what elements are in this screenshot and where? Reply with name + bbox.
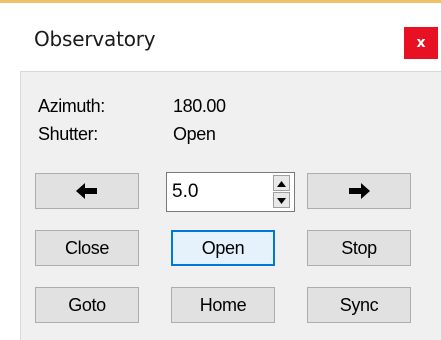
spin-up-icon bbox=[277, 174, 286, 192]
shutter-value: Open bbox=[173, 124, 216, 144]
spin-buttons bbox=[273, 175, 290, 209]
close-icon: x bbox=[416, 35, 426, 51]
spin-down-button[interactable] bbox=[273, 192, 290, 208]
open-shutter-button[interactable]: Open bbox=[171, 230, 275, 266]
title-bar[interactable]: Observatory x bbox=[0, 3, 441, 63]
arrow-left-icon bbox=[76, 183, 98, 199]
azimuth-label: Azimuth: bbox=[38, 96, 105, 116]
close-window-button[interactable]: x bbox=[404, 27, 438, 59]
home-button[interactable]: Home bbox=[171, 287, 275, 323]
rotate-right-button[interactable] bbox=[307, 173, 411, 209]
goto-button[interactable]: Goto bbox=[35, 287, 139, 323]
azimuth-value: 180.00 bbox=[173, 96, 226, 116]
window-title: Observatory bbox=[34, 27, 156, 51]
sync-button[interactable]: Sync bbox=[307, 287, 411, 323]
step-size-stepper[interactable]: 5.0 bbox=[166, 172, 295, 212]
observatory-window: Observatory x Azimuth: 180.00 Shutter: O… bbox=[0, 0, 441, 340]
shutter-label: Shutter: bbox=[38, 124, 98, 144]
close-shutter-button[interactable]: Close bbox=[35, 230, 139, 266]
rotate-left-button[interactable] bbox=[35, 173, 139, 209]
stop-button[interactable]: Stop bbox=[307, 230, 411, 266]
spin-down-icon bbox=[277, 191, 286, 209]
spin-up-button[interactable] bbox=[273, 175, 290, 191]
step-size-value[interactable]: 5.0 bbox=[172, 181, 198, 203]
arrow-right-icon bbox=[348, 183, 370, 199]
